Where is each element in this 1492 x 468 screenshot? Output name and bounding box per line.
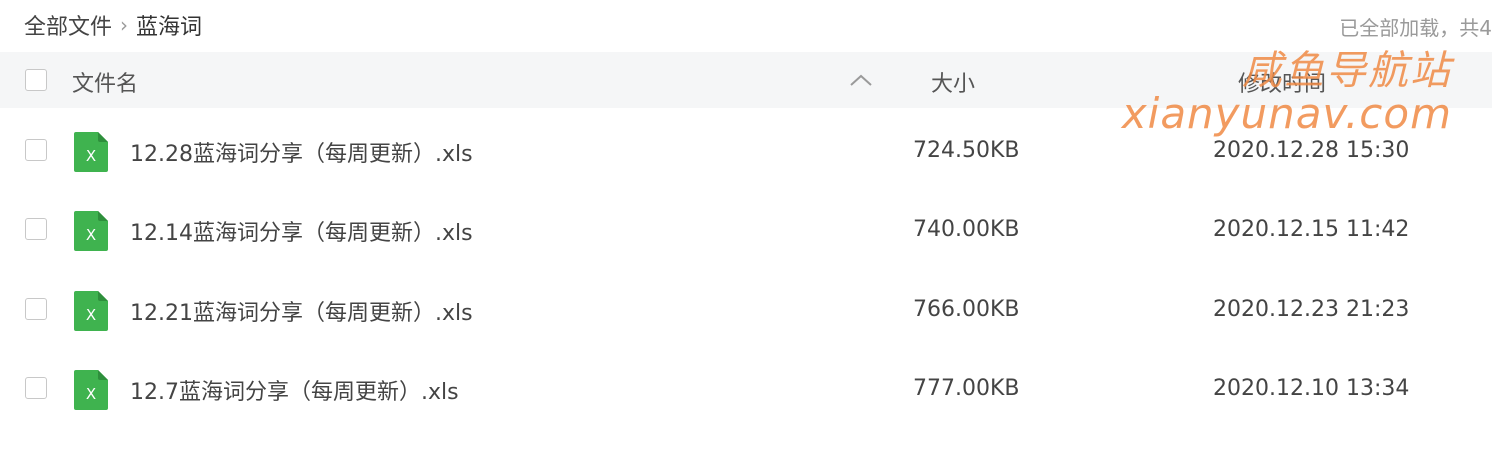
row-checkbox[interactable] xyxy=(25,298,47,320)
chevron-right-icon: › xyxy=(120,13,129,37)
file-modified-time: 2020.12.10 13:34 xyxy=(1213,376,1410,401)
breadcrumb: 全部文件 › 蓝海词 xyxy=(24,10,202,40)
file-size: 724.50KB xyxy=(913,138,1020,163)
file-modified-time: 2020.12.15 11:42 xyxy=(1213,217,1410,242)
select-all-checkbox[interactable] xyxy=(25,69,47,91)
load-status-text: 已全部加载，共4 xyxy=(1339,16,1492,40)
excel-file-icon: X xyxy=(74,211,108,251)
excel-file-icon: X xyxy=(74,370,108,410)
column-header-name[interactable]: 文件名 xyxy=(72,66,138,98)
row-checkbox[interactable] xyxy=(25,377,47,399)
file-modified-time: 2020.12.23 21:23 xyxy=(1213,297,1410,322)
file-name[interactable]: 12.21蓝海词分享（每周更新）.xls xyxy=(130,295,473,327)
file-size: 777.00KB xyxy=(913,376,1020,401)
svg-text:X: X xyxy=(86,385,96,403)
svg-text:X: X xyxy=(86,226,96,244)
row-checkbox[interactable] xyxy=(25,218,47,240)
excel-file-icon: X xyxy=(74,291,108,331)
table-row[interactable]: X 12.7蓝海词分享（每周更新）.xls 777.00KB 2020.12.1… xyxy=(0,350,1492,430)
table-header: 文件名 大小 修改时间 xyxy=(0,52,1492,108)
file-name[interactable]: 12.14蓝海词分享（每周更新）.xls xyxy=(130,215,473,247)
column-header-modified[interactable]: 修改时间 xyxy=(1238,66,1326,98)
row-checkbox[interactable] xyxy=(25,139,47,161)
svg-text:X: X xyxy=(86,306,96,324)
excel-file-icon: X xyxy=(74,132,108,172)
table-row[interactable]: X 12.14蓝海词分享（每周更新）.xls 740.00KB 2020.12.… xyxy=(0,191,1492,271)
file-name[interactable]: 12.28蓝海词分享（每周更新）.xls xyxy=(130,136,473,168)
file-browser: 全部文件 › 蓝海词 已全部加载，共4 文件名 大小 修改时间 X 12.28蓝… xyxy=(0,0,1492,468)
chevron-up-icon[interactable] xyxy=(848,68,874,94)
table-row[interactable]: X 12.21蓝海词分享（每周更新）.xls 766.00KB 2020.12.… xyxy=(0,271,1492,351)
file-size: 740.00KB xyxy=(913,217,1020,242)
column-header-size[interactable]: 大小 xyxy=(931,66,975,98)
table-row[interactable]: X 12.28蓝海词分享（每周更新）.xls 724.50KB 2020.12.… xyxy=(0,112,1492,192)
file-name[interactable]: 12.7蓝海词分享（每周更新）.xls xyxy=(130,374,459,406)
file-modified-time: 2020.12.28 15:30 xyxy=(1213,138,1410,163)
file-size: 766.00KB xyxy=(913,297,1020,322)
breadcrumb-current: 蓝海词 xyxy=(136,15,203,40)
svg-text:X: X xyxy=(86,147,96,165)
breadcrumb-root-link[interactable]: 全部文件 xyxy=(24,9,112,41)
